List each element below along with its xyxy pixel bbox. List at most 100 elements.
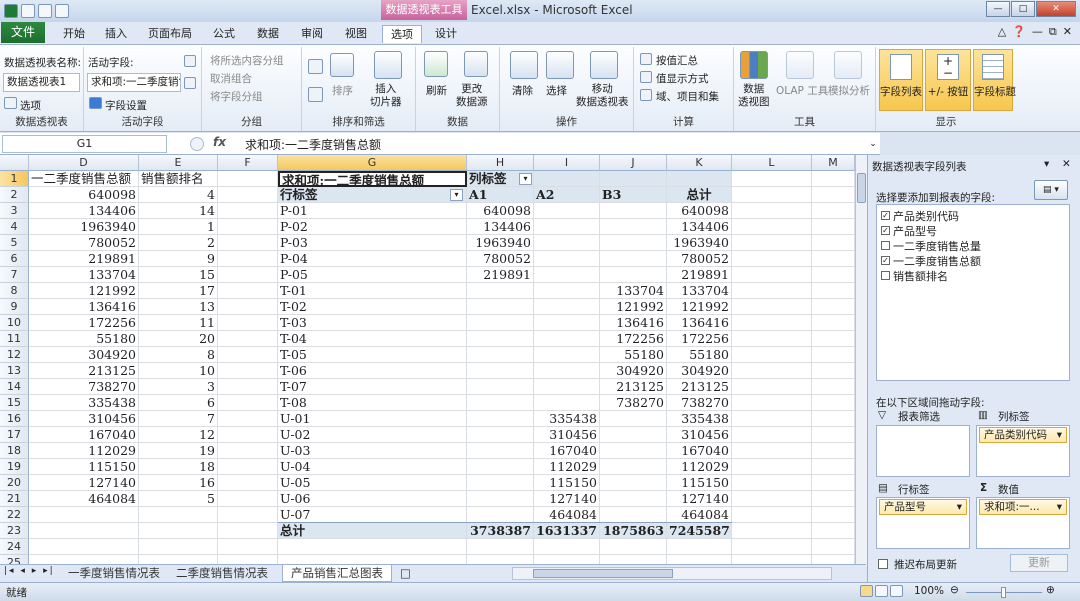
cell[interactable]	[812, 539, 855, 555]
cell[interactable]	[218, 523, 278, 539]
pivot-row-label[interactable]: T-05	[278, 347, 467, 363]
cell-e-value[interactable]: 20	[139, 331, 218, 347]
pivot-row-label[interactable]: P-05	[278, 267, 467, 283]
new-sheet-icon[interactable]: □	[396, 565, 415, 582]
row-header[interactable]: 22	[0, 507, 29, 523]
cell[interactable]	[732, 475, 812, 491]
excel-icon[interactable]	[4, 4, 18, 18]
cell[interactable]	[218, 475, 278, 491]
select-button[interactable]: 选择	[546, 83, 567, 98]
cell-e-value[interactable]: 2	[139, 235, 218, 251]
row-header[interactable]: 9	[0, 299, 29, 315]
pivot-column-header[interactable]: 总计	[667, 187, 732, 203]
cell[interactable]	[732, 459, 812, 475]
pivot-cell-b3[interactable]: 172256	[600, 331, 667, 347]
cell-d-value[interactable]: 304920	[29, 347, 139, 363]
cell-d-value[interactable]: 172256	[29, 315, 139, 331]
pivot-row-label[interactable]: T-04	[278, 331, 467, 347]
pivot-cell-total[interactable]: 127140	[667, 491, 732, 507]
pivot-row-label[interactable]: P-02	[278, 219, 467, 235]
pivot-cell-b3[interactable]: 213125	[600, 379, 667, 395]
pivot-cell-a1[interactable]	[467, 379, 534, 395]
cell-e-value[interactable]: 5	[139, 491, 218, 507]
cell[interactable]	[732, 395, 812, 411]
column-filter-dropdown-icon[interactable]: ▾	[519, 173, 532, 185]
cell-e-value[interactable]: 9	[139, 251, 218, 267]
row-header[interactable]: 19	[0, 459, 29, 475]
cell-d-value[interactable]: 213125	[29, 363, 139, 379]
cell[interactable]	[732, 299, 812, 315]
cell[interactable]	[812, 331, 855, 347]
cell-d-value[interactable]: 134406	[29, 203, 139, 219]
cell-e-value[interactable]: 18	[139, 459, 218, 475]
hscroll-thumb[interactable]	[533, 569, 673, 578]
row-header[interactable]: 12	[0, 347, 29, 363]
cell[interactable]	[29, 539, 139, 555]
pivot-cell-a1[interactable]	[467, 363, 534, 379]
pivot-cell-total[interactable]: 134406	[667, 219, 732, 235]
cell[interactable]	[732, 523, 812, 539]
pivot-row-label[interactable]: U-01	[278, 411, 467, 427]
cell[interactable]	[29, 507, 139, 523]
pivot-cell-total[interactable]: 136416	[667, 315, 732, 331]
sort-ascending-icon[interactable]	[308, 59, 323, 74]
field-item-label[interactable]: 产品型号	[893, 223, 937, 239]
sort-descending-icon[interactable]	[308, 87, 323, 102]
field-checkbox[interactable]: ✓	[881, 256, 890, 265]
pivot-cell-a2[interactable]	[534, 347, 600, 363]
pivot-cell-a2[interactable]	[534, 299, 600, 315]
pivot-row-label[interactable]: U-04	[278, 459, 467, 475]
pivot-grand-total-label[interactable]: 总计	[278, 523, 467, 539]
cell[interactable]	[812, 491, 855, 507]
cell[interactable]	[218, 411, 278, 427]
cell[interactable]	[467, 539, 534, 555]
cell[interactable]	[732, 411, 812, 427]
row-filter-dropdown-icon[interactable]: ▾	[450, 189, 463, 201]
cell[interactable]	[732, 363, 812, 379]
cell[interactable]	[732, 251, 812, 267]
cell-d-value[interactable]: 55180	[29, 331, 139, 347]
cell-e-header[interactable]: 销售额排名	[139, 171, 218, 187]
pivot-cell-a1[interactable]	[467, 283, 534, 299]
cell[interactable]	[218, 315, 278, 331]
cell-d-value[interactable]: 738270	[29, 379, 139, 395]
cell[interactable]	[218, 299, 278, 315]
pivot-cell-a2[interactable]: 464084	[534, 507, 600, 523]
olap-tools-button[interactable]: OLAP 工具	[776, 83, 828, 98]
expand-field-icon[interactable]	[184, 55, 196, 67]
cell-e-value[interactable]: 7	[139, 411, 218, 427]
pivot-cell-b3[interactable]	[600, 411, 667, 427]
column-header[interactable]: G	[278, 155, 467, 171]
pivot-row-label[interactable]: P-01	[278, 203, 467, 219]
field-checkbox[interactable]: ✓	[881, 226, 890, 235]
pivot-cell-total[interactable]: 213125	[667, 379, 732, 395]
update-button[interactable]: 更新	[1010, 554, 1068, 572]
cell[interactable]	[812, 299, 855, 315]
field-settings-button[interactable]: 字段设置	[105, 98, 147, 113]
normal-view-icon[interactable]	[860, 585, 873, 597]
redo-icon[interactable]	[55, 4, 69, 18]
pivot-cell-total[interactable]: 304920	[667, 363, 732, 379]
cell[interactable]	[29, 523, 139, 539]
pivot-cell-a2[interactable]	[534, 267, 600, 283]
tab-page-layout[interactable]: 页面布局	[142, 25, 198, 43]
cell-d-value[interactable]: 127140	[29, 475, 139, 491]
cell[interactable]	[732, 331, 812, 347]
fields-items-sets-button[interactable]: 域、项目和集	[656, 89, 719, 104]
cell[interactable]	[812, 363, 855, 379]
cell-e-value[interactable]: 4	[139, 187, 218, 203]
pivot-cell-a2[interactable]	[534, 395, 600, 411]
pivot-cell-total[interactable]: 167040	[667, 443, 732, 459]
row-header[interactable]: 10	[0, 315, 29, 331]
cell[interactable]	[812, 283, 855, 299]
row-header[interactable]: 11	[0, 331, 29, 347]
cell-e-value[interactable]: 16	[139, 475, 218, 491]
pivot-cell-b3[interactable]	[600, 235, 667, 251]
cell-e-value[interactable]: 12	[139, 427, 218, 443]
cell-e-value[interactable]: 8	[139, 347, 218, 363]
summarize-by-button[interactable]: 按值汇总	[656, 53, 698, 68]
refresh-button[interactable]: 刷新	[426, 83, 447, 98]
row-header[interactable]: 3	[0, 203, 29, 219]
tab-file[interactable]: 文件	[1, 22, 45, 43]
pivot-row-label[interactable]: T-07	[278, 379, 467, 395]
